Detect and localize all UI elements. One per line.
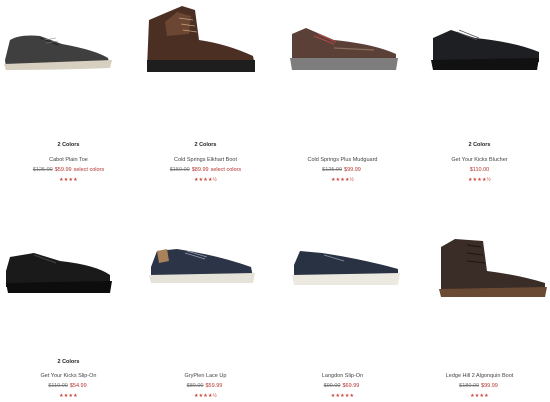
original-price: $110.00 xyxy=(48,383,68,389)
product-card[interactable]: 2 Colors Get Your Kicks Slip-On $110.00 $… xyxy=(0,201,137,402)
product-name[interactable]: Cold Springs Elkhart Boot xyxy=(137,157,274,163)
product-name[interactable]: Ledge Hill 2 Algonquin Boot xyxy=(411,373,548,379)
product-name[interactable]: Get Your Kicks Slip-On xyxy=(0,373,137,379)
sale-price: $59.99 xyxy=(54,167,72,173)
rating-stars: ★★★★½ xyxy=(467,177,492,183)
rating-stars: ★★★★½ xyxy=(330,177,355,183)
rating-stars: ★★★★½ xyxy=(193,177,218,183)
product-card[interactable]: GryPlen Lace Up $80.00 $59.99 ★★★★½ xyxy=(137,201,274,402)
gray-oxford-shoe-image xyxy=(4,35,112,70)
product-price: $90.00 $69.99 xyxy=(274,383,411,389)
product-price: $110.00 $54.99 xyxy=(0,383,137,389)
product-price: $150.00 $89.99 select colors xyxy=(137,167,274,173)
original-price: $80.00 xyxy=(186,383,204,389)
product-image[interactable] xyxy=(411,201,548,311)
product-name[interactable]: GryPlen Lace Up xyxy=(137,373,274,379)
original-price: $90.00 xyxy=(323,383,341,389)
color-count: 2 Colors xyxy=(57,142,80,148)
product-price: $125.00 $99.99 xyxy=(274,167,411,173)
sale-price: $54.99 xyxy=(69,383,87,389)
color-count: 2 Colors xyxy=(468,142,491,148)
rating-stars: ★★★★★ xyxy=(330,393,355,399)
sale-price: $59.99 xyxy=(205,383,223,389)
rating-stars: ★★★★ xyxy=(59,393,78,399)
sale-price: $69.99 xyxy=(342,383,360,389)
black-slipon-image xyxy=(6,253,112,293)
product-card[interactable]: Cold Springs Plus Mudguard $125.00 $99.99… xyxy=(274,0,411,201)
navy-laceup-image xyxy=(149,249,255,283)
product-price: $180.00 $99.99 xyxy=(411,383,548,389)
black-sneaker-image xyxy=(431,29,539,70)
original-price: $125.00 xyxy=(32,167,53,173)
product-image[interactable] xyxy=(274,201,411,311)
product-image[interactable] xyxy=(274,0,411,110)
original-price: $150.00 xyxy=(169,167,190,173)
product-image[interactable] xyxy=(137,201,274,311)
rating-stars: ★★★★ xyxy=(59,177,78,183)
product-image[interactable] xyxy=(411,0,548,110)
original-price: $125.00 xyxy=(322,167,343,173)
product-name[interactable]: Get Your Kicks Blucher xyxy=(411,157,548,163)
product-name[interactable]: Langdon Slip-On xyxy=(274,373,411,379)
rating-stars: ★★★★½ xyxy=(193,393,218,399)
price-note: select colors xyxy=(210,167,242,173)
product-card[interactable]: Ledge Hill 2 Algonquin Boot $180.00 $99.9… xyxy=(411,201,548,402)
price-note: select colors xyxy=(73,167,105,173)
rating-stars: ★★★★ xyxy=(470,393,489,399)
product-image[interactable] xyxy=(0,201,137,311)
brown-boot-image xyxy=(147,6,255,72)
sale-price: $99.99 xyxy=(481,383,498,389)
product-card[interactable]: 2 Colors Cabot Plain Toe $125.00 $59.99 se… xyxy=(0,0,137,201)
product-price: $110.00 xyxy=(411,167,548,173)
product-card[interactable]: 2 Colors Get Your Kicks Blucher $110.00 … xyxy=(411,0,548,201)
product-card[interactable]: 2 Colors Cold Springs Elkhart Boot $150.… xyxy=(137,0,274,201)
sale-price: $89.99 xyxy=(191,167,209,173)
product-card[interactable]: Langdon Slip-On $90.00 $69.99 ★★★★★ xyxy=(274,201,411,402)
dark-chukka-boot-image xyxy=(439,239,547,297)
product-image[interactable] xyxy=(137,0,274,110)
product-name[interactable]: Cold Springs Plus Mudguard xyxy=(274,157,411,163)
brown-hiker-image xyxy=(290,28,398,70)
product-name[interactable]: Cabot Plain Toe xyxy=(0,157,137,163)
product-image[interactable] xyxy=(0,0,137,110)
sale-price: $110.00 xyxy=(469,167,490,173)
color-count: 2 Colors xyxy=(57,359,80,365)
product-price: $80.00 $59.99 xyxy=(137,383,274,389)
product-price: $125.00 $59.99 select colors xyxy=(0,167,137,173)
sale-price: $99.99 xyxy=(344,167,361,173)
color-count: 2 Colors xyxy=(194,142,217,148)
original-price: $180.00 xyxy=(459,383,480,389)
navy-slipon-image xyxy=(292,251,400,285)
